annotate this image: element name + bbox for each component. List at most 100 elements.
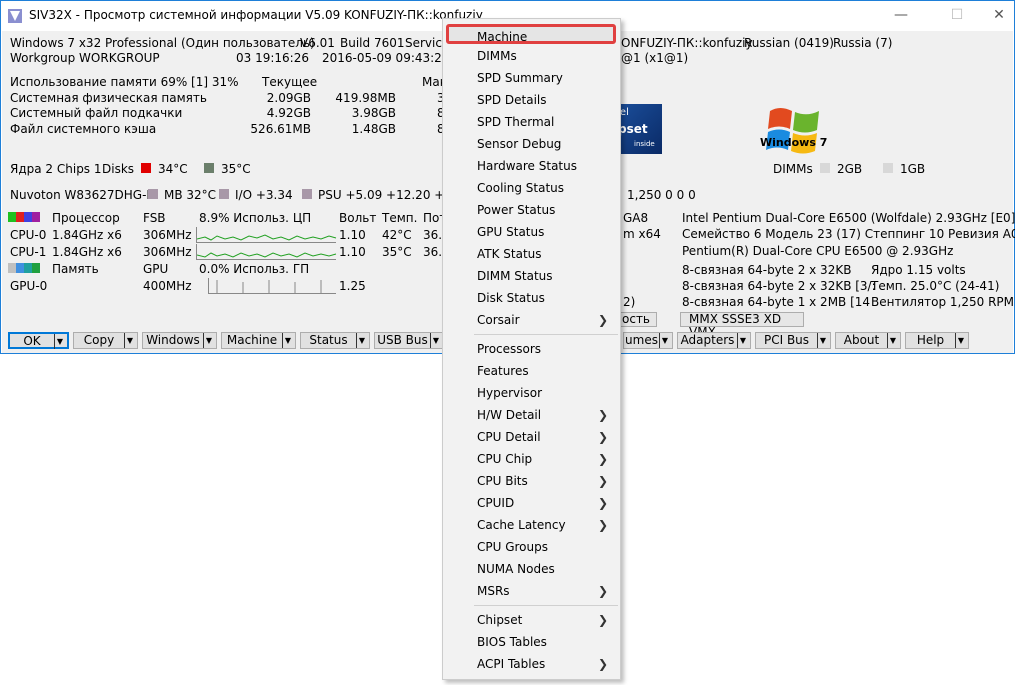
cache-l1: 8-связная 64-byte 2 x 32KB [682,263,852,277]
cpu-row-fsb: 306MHz [143,245,192,259]
menu-item-msrs[interactable]: MSRs ❯ [443,580,620,602]
uptime: 03 19:16:26 [236,51,309,65]
cpu-row-volt: 1.10 [339,245,366,259]
menu-item-label: Hypervisor [477,386,543,400]
menu-item-label: Hardware Status [477,159,577,173]
machine-dropdown-menu: Machine DIMMs SPD Summary SPD Details SPD Th… [442,18,621,680]
datetime: 2016-05-09 09:43:22 [322,51,450,65]
fan-speeds: 1,250 0 0 0 [627,188,696,202]
disks-label: Disks [102,162,135,176]
menu-item-cpu-groups[interactable]: CPU Groups [443,536,620,558]
cpu-brand: Pentium(R) Dual-Core CPU E6500 @ 2.93GHz [682,244,954,258]
maximize-icon[interactable]: ☐ [935,1,979,31]
close-icon[interactable]: ✕ [977,1,1015,31]
cpu-socket: GA8 [623,211,649,225]
gpu-row-volt: 1.25 [339,279,366,293]
menu-item-dimms[interactable]: DIMMs [443,45,620,67]
menu-item-cpu-detail[interactable]: CPU Detail ❯ [443,426,620,448]
computer-name: ONFUZIY-ПК::konfuziy [621,36,753,50]
menu-item-h-w-detail[interactable]: H/W Detail ❯ [443,404,620,426]
gpu-row-name: GPU-0 [10,279,48,293]
dimm-1: 2GB [837,162,863,176]
window-title: SIV32X - Просмотр системной информации V… [29,8,483,22]
menu-item-sensor-debug[interactable]: Sensor Debug [443,133,620,155]
menu-item-label: DIMM Status [477,269,553,283]
submenu-arrow-icon: ❯ [597,452,608,466]
copy-button[interactable]: Copy ▼ [73,332,138,349]
menu-item-label: Disk Status [477,291,545,305]
dimms-label: DIMMs [773,162,813,176]
menu-item-gpu-status[interactable]: GPU Status [443,221,620,243]
menu-item-label: Cooling Status [477,181,565,195]
menu-separator [474,334,618,335]
memory-header: Использование памяти 69% [1] 31% [10,75,239,89]
menu-item-machine[interactable]: Machine [446,24,616,44]
menu-item-label: BIOS Tables [477,635,547,649]
cpu-row-freq: 1.84GHz x6 [52,245,122,259]
menu-item-label: SPD Thermal [477,115,555,129]
menu-item-atk-status[interactable]: ATK Status [443,243,620,265]
cpu-temp: Темп. 25.0°C (24-41) [871,279,1000,293]
cpu-row-temp: 42°C [382,228,412,242]
menu-item-dimm-status[interactable]: DIMM Status [443,265,620,287]
menu-item-cooling-status[interactable]: Cooling Status [443,177,620,199]
menu-item-label: SPD Summary [477,71,563,85]
volumes-button[interactable]: umes ▼ [623,332,673,349]
disk-temp-2: 35°C [221,162,251,176]
submenu-arrow-icon: ❯ [597,613,608,627]
menu-item-power-status[interactable]: Power Status [443,199,620,221]
os-name: Windows 7 x32 Professional (Один пользов… [10,36,315,50]
menu-item-cpuid[interactable]: CPUID ❯ [443,492,620,514]
menu-item-acpi-tables[interactable]: ACPI Tables ❯ [443,653,620,675]
menu-item-spd-summary[interactable]: SPD Summary [443,67,620,89]
memory-row-total: 3.98GB [351,106,396,120]
gpu-usage-graph [208,278,336,294]
help-button[interactable]: Help ▼ [905,332,969,349]
core-volts: Ядро 1.15 volts [871,263,966,277]
usb-bus-button[interactable]: USB Bus ▼ [374,332,444,349]
menu-item-cpu-chip[interactable]: CPU Chip ❯ [443,448,620,470]
ok-button[interactable]: OK ▼ [8,332,69,349]
menu-item-disk-status[interactable]: Disk Status [443,287,620,309]
status-button[interactable]: Status ▼ [300,332,370,349]
submenu-arrow-icon: ❯ [597,657,608,671]
windows-button[interactable]: Windows ▼ [142,332,217,349]
minimize-icon[interactable]: — [879,1,923,31]
menu-item-chipset[interactable]: Chipset ❯ [443,609,620,631]
memory-row-total: 419.98MB [335,91,396,105]
menu-item-label: CPU Chip [477,452,533,466]
menu-item-bios-tables[interactable]: BIOS Tables [443,631,620,653]
disk-temp-1: 34°C [158,162,188,176]
menu-item-numa-nodes[interactable]: NUMA Nodes [443,558,620,580]
menu-item-cpu-bits[interactable]: CPU Bits ❯ [443,470,620,492]
about-button[interactable]: About ▼ [835,332,901,349]
cpu-color [8,212,16,222]
menu-item-processors[interactable]: Processors [443,338,620,360]
cpu-row-fsb: 306MHz [143,228,192,242]
region: Russia (7) [833,36,893,50]
cpu-count: @1 (x1@1) [621,51,689,65]
adapters-button[interactable]: Adapters ▼ [677,332,751,349]
menu-item-corsair[interactable]: Corsair ❯ [443,309,620,331]
memory-row-current: 526.61MB [250,122,311,136]
mb-temp: MB 32°C [164,188,217,202]
gpu-row-freq: 400MHz [143,279,192,293]
gpu-header: GPU [143,262,169,276]
menu-item-spd-details[interactable]: SPD Details [443,89,620,111]
intel-chipset-logo: tel pset inside [614,104,662,154]
menu-item-cache-latency[interactable]: Cache Latency ❯ [443,514,620,536]
cpu-header-temp: Темп. [382,211,418,225]
pci-bus-button[interactable]: PCI Bus ▼ [755,332,831,349]
menu-item-hardware-status[interactable]: Hardware Status [443,155,620,177]
gpu-usage: 0.0% Использ. ГП [199,262,310,276]
menu-item-features[interactable]: Features [443,360,620,382]
machine-button[interactable]: Machine ▼ [221,332,296,349]
submenu-arrow-icon: ❯ [597,313,608,327]
cpu-header-name: Процессор [52,211,120,225]
sensor-swatch [302,189,312,199]
memory-col-current: Текущее [262,75,318,89]
menu-item-hypervisor[interactable]: Hypervisor [443,382,620,404]
menu-item-label: Cache Latency [477,518,566,532]
menu-item-label: NUMA Nodes [477,562,555,576]
menu-item-spd-thermal[interactable]: SPD Thermal [443,111,620,133]
